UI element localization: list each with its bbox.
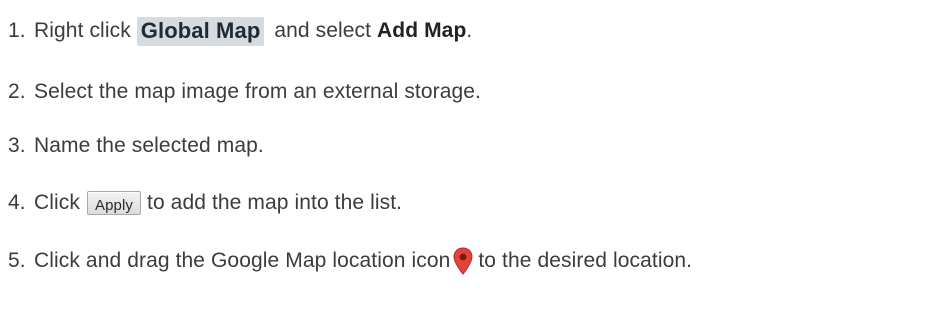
- instruction-steps: 1. Right click Global Map and select Add…: [0, 0, 925, 309]
- step-1: 1. Right click Global Map and select Add…: [8, 14, 472, 48]
- step-number: 3.: [8, 134, 26, 157]
- step-text: Name the selected map.: [34, 134, 264, 157]
- step-number: 1.: [8, 19, 26, 42]
- step-number: 4.: [8, 191, 26, 214]
- step-text: .: [466, 19, 473, 42]
- step-text: and select: [274, 19, 372, 42]
- step-number: 2.: [8, 80, 26, 103]
- step-text: to add the map into the list.: [147, 191, 403, 214]
- step-5: 5. Click and drag the Google Map locatio…: [8, 244, 692, 278]
- apply-button[interactable]: Apply: [87, 191, 142, 215]
- map-location-pin-icon[interactable]: [452, 247, 474, 275]
- step-text: Click: [34, 191, 80, 214]
- step-text: Right click: [34, 19, 131, 42]
- step-number: 5.: [8, 249, 26, 272]
- step-text: Click and drag the Google Map location i…: [34, 249, 451, 272]
- step-text: to the desired location.: [478, 249, 693, 272]
- step-3: 3. Name the selected map.: [8, 129, 264, 163]
- step-2: 2. Select the map image from an external…: [8, 75, 481, 109]
- global-map-label[interactable]: Global Map: [136, 16, 265, 46]
- step-text: Select the map image from an external st…: [34, 80, 481, 103]
- step-4: 4. Click Apply to add the map into the l…: [8, 186, 402, 220]
- add-map-menu-item-text: Add Map: [377, 19, 467, 42]
